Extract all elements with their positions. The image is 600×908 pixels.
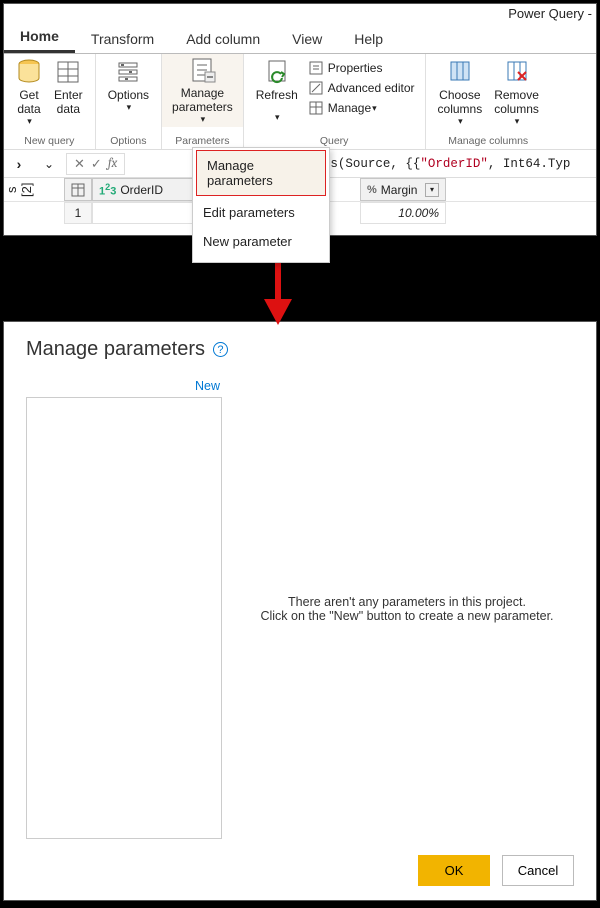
tab-add-column[interactable]: Add column bbox=[170, 25, 276, 53]
remove-columns-button[interactable]: Remove columns▾ bbox=[488, 56, 545, 129]
ribbon-tabs: Home Transform Add column View Help bbox=[4, 24, 596, 54]
cancel-button[interactable]: Cancel bbox=[502, 855, 574, 886]
choose-columns-icon bbox=[447, 58, 473, 86]
window-title: Power Query - bbox=[4, 4, 596, 24]
advanced-editor-icon bbox=[308, 80, 324, 96]
dropdown-new-parameter[interactable]: New parameter bbox=[193, 227, 329, 256]
refresh-button[interactable]: Refresh▾ bbox=[250, 56, 304, 125]
ok-button[interactable]: OK bbox=[418, 855, 490, 886]
cell-margin[interactable]: 10.00% bbox=[360, 202, 446, 224]
get-data-button[interactable]: Get data▾ bbox=[10, 56, 48, 129]
enter-data-button[interactable]: Enter data bbox=[48, 56, 89, 118]
properties-button[interactable]: Properties bbox=[308, 58, 415, 78]
dropdown-manage-parameters[interactable]: Manage parameters bbox=[196, 150, 326, 196]
group-manage-columns: Manage columns bbox=[432, 134, 545, 149]
remove-columns-icon bbox=[504, 58, 530, 86]
column-header-margin[interactable]: %Margin ▾ bbox=[360, 178, 446, 201]
tab-transform[interactable]: Transform bbox=[75, 25, 170, 53]
database-icon bbox=[16, 58, 42, 86]
filter-dropdown-icon[interactable]: ▾ bbox=[425, 183, 439, 197]
dialog-title: Manage parameters ? bbox=[26, 338, 574, 361]
parameters-icon bbox=[187, 56, 217, 84]
manage-icon bbox=[308, 100, 324, 116]
tab-help[interactable]: Help bbox=[338, 25, 399, 53]
help-icon[interactable]: ? bbox=[213, 342, 228, 357]
manage-parameters-dropdown: Manage parameters Edit parameters New pa… bbox=[192, 147, 330, 263]
expand-icon[interactable]: ⌄ bbox=[34, 157, 64, 171]
refresh-icon bbox=[264, 58, 290, 86]
fx-icon[interactable]: fx bbox=[105, 156, 121, 171]
manage-query-button[interactable]: Manage ▾ bbox=[308, 98, 415, 118]
options-icon bbox=[115, 58, 141, 86]
tab-view[interactable]: View bbox=[276, 25, 338, 53]
new-parameter-link[interactable]: New bbox=[26, 379, 222, 397]
dropdown-edit-parameters[interactable]: Edit parameters bbox=[193, 198, 329, 227]
index-header[interactable] bbox=[64, 178, 92, 201]
row-index: 1 bbox=[64, 202, 92, 224]
group-new-query: New query bbox=[10, 134, 89, 149]
manage-parameters-button[interactable]: Manage parameters▾ bbox=[162, 54, 243, 127]
table-icon bbox=[71, 183, 85, 197]
table-icon bbox=[55, 58, 81, 86]
queries-side-label: s [2] bbox=[4, 178, 34, 201]
empty-state: There aren't any parameters in this proj… bbox=[240, 379, 574, 839]
tab-home[interactable]: Home bbox=[4, 22, 75, 53]
properties-icon bbox=[308, 60, 324, 76]
parameter-list[interactable] bbox=[26, 397, 222, 839]
group-options: Options bbox=[102, 134, 155, 149]
advanced-editor-button[interactable]: Advanced editor bbox=[308, 78, 415, 98]
accept-formula-icon[interactable]: ✓ bbox=[88, 156, 105, 172]
formula-bar-controls: ✕ ✓ fx bbox=[66, 153, 125, 175]
queries-pane-toggle[interactable]: › bbox=[4, 156, 34, 172]
options-button[interactable]: Options▾ bbox=[102, 56, 155, 115]
cancel-formula-icon[interactable]: ✕ bbox=[71, 156, 88, 172]
choose-columns-button[interactable]: Choose columns▾ bbox=[432, 56, 489, 129]
